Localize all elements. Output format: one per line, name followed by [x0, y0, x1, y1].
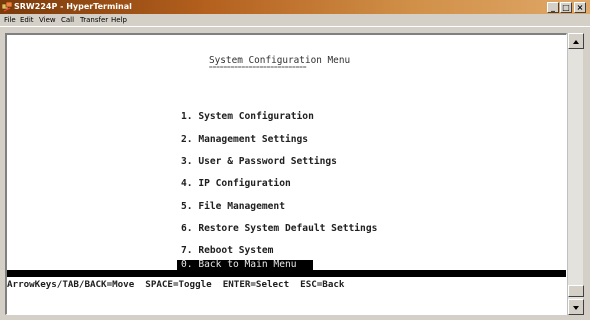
menu-item-restore-defaults[interactable]: 6. Restore System Default Settings — [181, 223, 377, 235]
menu-help[interactable]: Help — [111, 15, 127, 25]
hyperterminal-window: SRW224P - HyperTerminal _ □ × File Edit … — [0, 0, 590, 320]
menu-call[interactable]: Call — [61, 15, 74, 25]
menu-title-underline: =========================== — [209, 64, 307, 71]
title-bar[interactable]: SRW224P - HyperTerminal _ □ × — [0, 0, 590, 14]
down-arrow-icon — [573, 306, 579, 310]
close-button[interactable]: × — [574, 2, 586, 13]
menu-item-management-settings[interactable]: 2. Management Settings — [181, 134, 308, 146]
maximize-button[interactable]: □ — [560, 2, 572, 13]
menu-edit[interactable]: Edit — [20, 15, 34, 25]
terminal-screen[interactable]: System Configuration Menu ==============… — [5, 33, 567, 315]
menu-transfer[interactable]: Transfer — [80, 15, 108, 25]
window-title: SRW224P - HyperTerminal — [14, 2, 132, 11]
menu-item-user-password-settings[interactable]: 3. User & Password Settings — [181, 156, 337, 168]
menu-item-reboot-system[interactable]: 7. Reboot System — [181, 245, 273, 257]
menu-view[interactable]: View — [39, 15, 56, 25]
scroll-down-button[interactable] — [568, 299, 584, 315]
scroll-up-button[interactable] — [568, 33, 584, 49]
menu-item-ip-configuration[interactable]: 4. IP Configuration — [181, 178, 291, 190]
vertical-scrollbar[interactable] — [567, 33, 584, 315]
toolbar-area — [0, 26, 590, 32]
minimize-button[interactable]: _ — [547, 2, 559, 13]
status-separator-bar — [7, 270, 566, 277]
key-help-line: ArrowKeys/TAB/BACK=Move SPACE=Toggle ENT… — [7, 279, 345, 290]
window-bottom-frame — [0, 315, 590, 320]
scroll-thumb[interactable] — [568, 285, 584, 297]
menu-item-system-configuration[interactable]: 1. System Configuration — [181, 111, 314, 123]
hyperterminal-app-icon — [2, 2, 12, 12]
menu-bar: File Edit View Call Transfer Help — [0, 14, 590, 26]
menu-file[interactable]: File — [4, 15, 16, 25]
menu-item-file-management[interactable]: 5. File Management — [181, 201, 285, 213]
up-arrow-icon — [573, 40, 579, 44]
